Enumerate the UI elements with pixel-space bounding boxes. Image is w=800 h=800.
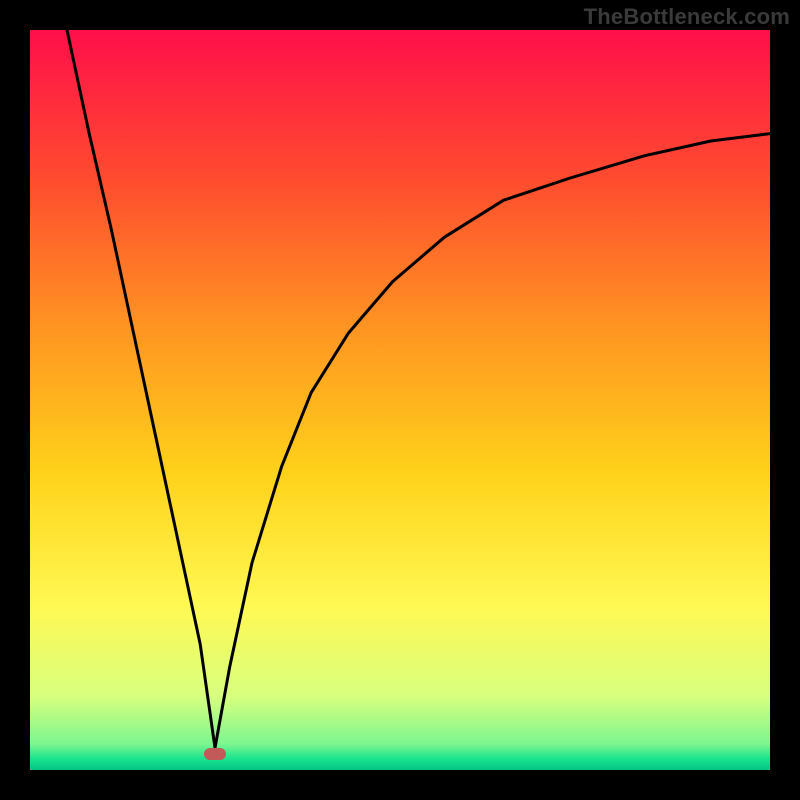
watermark-text: TheBottleneck.com: [584, 4, 790, 30]
optimal-point-marker: [204, 748, 226, 760]
plot-area: [30, 30, 770, 770]
background-gradient: [30, 30, 770, 770]
chart-frame: TheBottleneck.com: [0, 0, 800, 800]
